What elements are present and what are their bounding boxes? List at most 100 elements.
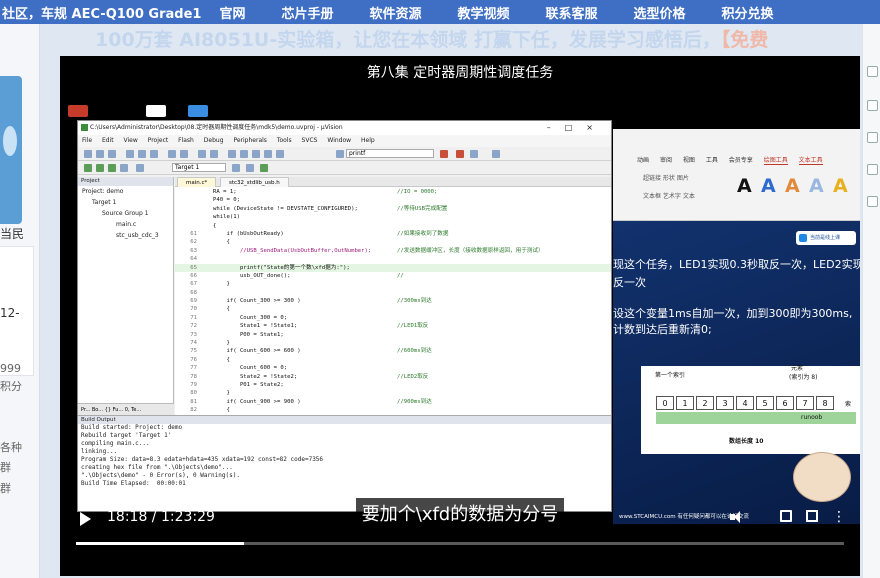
uncomment-icon[interactable] bbox=[276, 150, 284, 158]
nav-forward-icon[interactable] bbox=[210, 150, 218, 158]
right-tool-icon-2[interactable] bbox=[867, 100, 878, 111]
video-progress-bar[interactable] bbox=[76, 542, 844, 545]
code-line[interactable]: 73 P00 = State1; bbox=[175, 331, 611, 339]
nav-points-exchange[interactable]: 积分兑换 bbox=[722, 3, 774, 22]
text-style-a-orange[interactable]: A bbox=[785, 175, 800, 197]
copy-icon[interactable] bbox=[138, 150, 146, 158]
code-line[interactable]: 67 } bbox=[175, 280, 611, 288]
sidebar-text-3[interactable]: 999 bbox=[0, 362, 21, 375]
code-line[interactable]: 64 bbox=[175, 255, 611, 263]
editor-tab-main[interactable]: main.c* bbox=[177, 177, 217, 187]
code-line[interactable]: 75 if( Count_600 >= 600 ) //600ms到达 bbox=[175, 347, 611, 355]
fullscreen-icon[interactable] bbox=[780, 510, 792, 522]
debug-icon[interactable] bbox=[440, 150, 448, 158]
save-icon[interactable] bbox=[108, 150, 116, 158]
code-editor[interactable]: main.c* stc32_stdlib_usb.h RA = 1; //IO =… bbox=[175, 177, 611, 415]
bookmark-icon[interactable] bbox=[228, 150, 236, 158]
presentation-window[interactable]: 动画 审阅 视图 工具 会员专享 绘图工具 文本工具 超链接 形状 图片 文本框… bbox=[613, 129, 860, 524]
rebuild-icon[interactable] bbox=[108, 164, 116, 172]
right-tool-icon-1[interactable] bbox=[867, 66, 878, 77]
theater-mode-icon[interactable] bbox=[806, 510, 818, 522]
right-tool-icon-4[interactable] bbox=[867, 164, 878, 175]
menu-tools[interactable]: Tools bbox=[277, 137, 292, 144]
ribbon-row-2[interactable]: 超链接 形状 图片 bbox=[643, 173, 689, 182]
nav-official-site[interactable]: 官网 bbox=[219, 3, 245, 22]
manage-components-icon[interactable] bbox=[246, 164, 254, 172]
more-options-icon[interactable]: ⋮ bbox=[832, 510, 846, 524]
code-line[interactable]: RA = 1; //IO = 0000; bbox=[175, 188, 611, 196]
batch-build-icon[interactable] bbox=[120, 164, 128, 172]
video-player[interactable]: 第八集 定时器周期性调度任务 C:\Users\Administrator\De… bbox=[60, 56, 860, 576]
window-controls[interactable]: –□× bbox=[547, 121, 607, 135]
code-line[interactable]: while (DeviceState != DEVSTATE_CONFIGURE… bbox=[175, 205, 611, 213]
code-line[interactable]: 62 { bbox=[175, 238, 611, 246]
new-file-icon[interactable] bbox=[84, 150, 92, 158]
menu-edit[interactable]: Edit bbox=[102, 137, 114, 144]
code-line[interactable]: 80 } bbox=[175, 389, 611, 397]
code-line[interactable]: 78 State2 = !State2; //LED2取反 bbox=[175, 373, 611, 381]
code-line[interactable]: { bbox=[175, 222, 611, 230]
nav-selection-price[interactable]: 选型价格 bbox=[634, 3, 686, 22]
menu-window[interactable]: Window bbox=[327, 137, 351, 144]
ribbon-tab-4[interactable]: 工具 bbox=[706, 157, 718, 164]
nav-software-resources[interactable]: 软件资源 bbox=[369, 3, 421, 22]
tree-file-usb[interactable]: stc_usb_cdc_3 bbox=[78, 230, 173, 241]
target-select[interactable]: Target 1 bbox=[172, 163, 226, 172]
tree-file-main[interactable]: main.c bbox=[78, 219, 173, 230]
menu-file[interactable]: File bbox=[82, 137, 92, 144]
code-line[interactable]: 70 { bbox=[175, 305, 611, 313]
code-line[interactable]: 76 { bbox=[175, 356, 611, 364]
nav-contact-support[interactable]: 联系客服 bbox=[546, 3, 598, 22]
code-line[interactable]: 81 if( Count_900 >= 900 ) //900ms到达 bbox=[175, 398, 611, 406]
breakpoint-icon[interactable] bbox=[456, 150, 464, 158]
nav-back-icon[interactable] bbox=[198, 150, 206, 158]
zoom-icon[interactable] bbox=[470, 150, 478, 158]
view-options-icon[interactable] bbox=[492, 150, 500, 158]
text-style-a-gold[interactable]: A bbox=[833, 175, 848, 197]
code-line[interactable]: 82 { bbox=[175, 406, 611, 414]
menu-svcs[interactable]: SVCS bbox=[302, 137, 318, 144]
right-tool-icon-3[interactable] bbox=[867, 132, 878, 143]
nav-chip-manual[interactable]: 芯片手册 bbox=[281, 3, 333, 22]
menu-project[interactable]: Project bbox=[148, 137, 169, 144]
paste-icon[interactable] bbox=[150, 150, 158, 158]
tree-target[interactable]: Target 1 bbox=[78, 197, 173, 208]
find-icon[interactable] bbox=[336, 150, 344, 158]
play-icon[interactable] bbox=[80, 512, 91, 526]
ribbon-tab-3[interactable]: 视图 bbox=[683, 157, 695, 164]
tree-source-group[interactable]: Source Group 1 bbox=[78, 208, 173, 219]
code-line[interactable]: 66 usb_OUT_done(); // bbox=[175, 272, 611, 280]
ribbon-tab-1[interactable]: 动画 bbox=[637, 157, 649, 164]
ribbon-row-3[interactable]: 文本框 艺术字 文本 bbox=[643, 191, 695, 200]
text-style-a-blue[interactable]: A bbox=[761, 175, 776, 197]
editor-tab-usb-header[interactable]: stc32_stdlib_usb.h bbox=[220, 177, 289, 187]
compile-icon[interactable] bbox=[84, 164, 92, 172]
ribbon-tab-7[interactable]: 文本工具 bbox=[798, 157, 823, 165]
target-options-icon[interactable] bbox=[232, 164, 240, 172]
comment-icon[interactable] bbox=[264, 150, 272, 158]
ribbon-tab-5[interactable]: 会员专享 bbox=[729, 157, 753, 164]
right-tool-icon-5[interactable] bbox=[867, 196, 878, 207]
code-line[interactable]: 79 P01 = State2; bbox=[175, 381, 611, 389]
ribbon-tab-6[interactable]: 绘图工具 bbox=[763, 157, 788, 165]
text-style-a-light[interactable]: A bbox=[809, 175, 824, 197]
sidebar-thumbnail[interactable] bbox=[0, 76, 22, 224]
menu-help[interactable]: Help bbox=[361, 137, 375, 144]
build-icon[interactable] bbox=[96, 164, 104, 172]
code-line[interactable]: 71 Count_300 = 0; bbox=[175, 314, 611, 322]
run-environment-icon[interactable] bbox=[260, 164, 268, 172]
undo-icon[interactable] bbox=[168, 150, 176, 158]
open-file-icon[interactable] bbox=[96, 150, 104, 158]
project-pane-tabs[interactable]: Pr... Bo... {} Fu... 0, Te... bbox=[78, 403, 174, 415]
code-line[interactable]: 72 State1 = !State1; //LED1取反 bbox=[175, 322, 611, 330]
tree-project-root[interactable]: Project: demo bbox=[78, 186, 173, 197]
menu-peripherals[interactable]: Peripherals bbox=[233, 137, 266, 144]
download-icon[interactable] bbox=[136, 164, 144, 172]
code-line[interactable]: 68 bbox=[175, 289, 611, 297]
code-line[interactable]: 65 printf("State的第一个数\xfd据为:"); bbox=[175, 263, 611, 272]
ribbon-tab-2[interactable]: 审阅 bbox=[660, 157, 672, 164]
text-style-a-black[interactable]: A bbox=[737, 175, 752, 197]
redo-icon[interactable] bbox=[180, 150, 188, 158]
menu-flash[interactable]: Flash bbox=[178, 137, 194, 144]
nav-teaching-videos[interactable]: 教学视频 bbox=[457, 3, 509, 22]
